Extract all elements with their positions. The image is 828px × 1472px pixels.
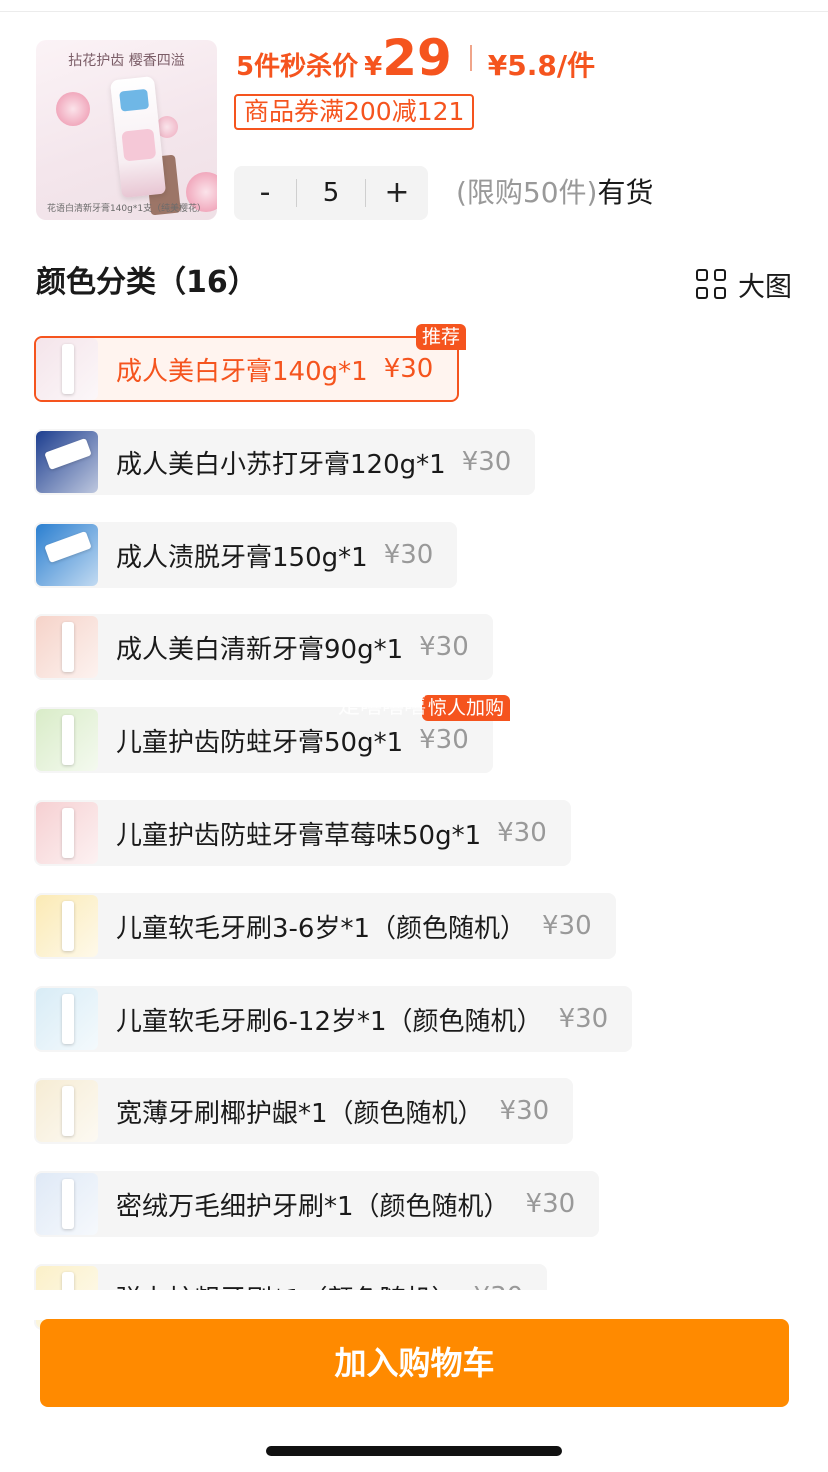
toothpaste-tube — [109, 76, 167, 198]
stock-status: 有货 — [597, 176, 654, 209]
option-chip[interactable]: 儿童护齿防蛀牙膏草莓味50g*1 ¥30 — [34, 800, 571, 866]
option-thumbnail — [36, 1080, 98, 1142]
option-price: ¥30 — [419, 725, 469, 755]
option-name: 成人美白清新牙膏90g*1 — [116, 634, 404, 665]
add-to-cart-button[interactable]: 加入购物车 — [40, 1319, 789, 1407]
option-name: 成人美白牙膏140g*1 — [116, 356, 368, 387]
option-thumbnail — [36, 895, 98, 957]
big-view-toggle[interactable]: 大图 — [696, 264, 792, 304]
home-indicator — [266, 1446, 562, 1456]
option-name: 成人渍脱牙膏150g*1 — [116, 542, 368, 573]
option-price: ¥30 — [419, 632, 469, 662]
product-shape — [44, 531, 92, 563]
product-shape — [62, 808, 74, 858]
product-shape — [62, 901, 74, 951]
option-price: ¥30 — [383, 540, 434, 570]
unit-price: ¥5.8/件 — [487, 49, 596, 82]
product-shape — [62, 715, 74, 765]
increment-button[interactable]: + — [366, 166, 428, 220]
price-divider — [469, 45, 472, 71]
option-name: 儿童护齿防蛀牙膏50g*1 — [116, 727, 404, 758]
currency-symbol: ¥ — [364, 52, 383, 82]
option-price: ¥30 — [499, 1096, 550, 1126]
option-name: 儿童护齿防蛀牙膏草莓味50g*1 — [116, 820, 482, 851]
price-row: 5件秒杀价 ¥ 29 ¥5.8/件 — [236, 28, 595, 88]
product-shape — [62, 622, 74, 672]
option-price: ¥30 — [558, 1004, 609, 1034]
thumbnail-slogan: 拈花护齿 樱香四溢 — [68, 53, 185, 69]
list-clip-mask — [0, 1290, 828, 1320]
option-thumbnail — [36, 616, 98, 678]
option-name: 儿童软毛牙刷6-12岁*1（颜色随机） — [116, 1006, 543, 1037]
tube-flavor-label — [121, 128, 157, 162]
option-chip[interactable]: 成人美白清新牙膏90g*1 ¥30 — [34, 614, 493, 680]
option-thumbnail — [36, 524, 98, 586]
option-thumbnail — [36, 431, 98, 493]
decrement-button[interactable]: - — [234, 166, 296, 220]
stock-info: (限购50件)有货 — [456, 172, 654, 214]
quantity-value[interactable]: 5 — [297, 178, 365, 208]
option-thumbnail — [36, 988, 98, 1050]
product-shape — [62, 344, 74, 394]
option-price: ¥30 — [497, 818, 547, 848]
grid-view-icon — [696, 269, 726, 299]
option-chip[interactable]: 成人美白小苏打牙膏120g*1 ¥30 — [34, 429, 536, 495]
big-view-label: 大图 — [738, 271, 792, 303]
option-price: ¥30 — [525, 1189, 576, 1219]
option-name: 儿童软毛牙刷3-6岁*1（颜色随机） — [116, 913, 527, 944]
blossom-decoration — [56, 92, 90, 126]
tube-brand-label — [119, 88, 150, 112]
section-title: 颜色分类（16） — [36, 265, 258, 300]
option-chip[interactable]: 儿童软毛牙刷6-12岁*1（颜色随机） ¥30 — [34, 986, 633, 1052]
option-thumbnail — [36, 1173, 98, 1235]
option-chip[interactable]: 密绒万毛细护牙刷*1（颜色随机） ¥30 — [34, 1171, 600, 1237]
option-price: ¥30 — [542, 911, 592, 941]
option-thumbnail — [36, 802, 98, 864]
product-shape — [62, 1086, 74, 1136]
option-name: 密绒万毛细护牙刷*1（颜色随机） — [116, 1191, 510, 1222]
product-shape — [62, 1179, 74, 1229]
product-thumbnail[interactable]: 拈花护齿 樱香四溢 花语白清新牙膏140g*1支（纯美樱花） — [36, 40, 217, 220]
purchase-limit: (限购50件) — [456, 176, 598, 209]
option-chip[interactable]: 成人美白牙膏140g*1 ¥30 — [34, 336, 460, 402]
option-chip[interactable]: 宽薄牙刷椰护龈*1（颜色随机） ¥30 — [34, 1078, 574, 1144]
option-price: ¥30 — [383, 354, 434, 384]
promo-tag: 惊人加购 — [421, 695, 510, 721]
option-thumbnail — [36, 709, 98, 771]
option-name: 成人美白小苏打牙膏120g*1 — [116, 449, 446, 480]
quantity-stepper: - 5 + — [234, 166, 428, 220]
product-shape — [62, 994, 74, 1044]
top-divider — [0, 0, 828, 12]
thumbnail-caption: 花语白清新牙膏140g*1支（纯美樱花） — [46, 204, 207, 214]
option-price: ¥30 — [461, 447, 512, 477]
option-name: 宽薄牙刷椰护龈*1（颜色随机） — [116, 1098, 484, 1129]
flash-sale-label: 5件秒杀价 — [236, 52, 359, 82]
coupon-badge: 商品券满200减121 — [234, 94, 475, 130]
option-thumbnail — [36, 338, 98, 400]
option-chip[interactable]: 儿童软毛牙刷3-6岁*1（颜色随机） ¥30 — [34, 893, 616, 959]
flash-price: 29 — [382, 29, 452, 87]
product-shape — [44, 438, 92, 470]
recommend-tag: 推荐 — [415, 324, 466, 350]
option-chip[interactable]: 成人渍脱牙膏150g*1 ¥30 — [34, 522, 458, 588]
